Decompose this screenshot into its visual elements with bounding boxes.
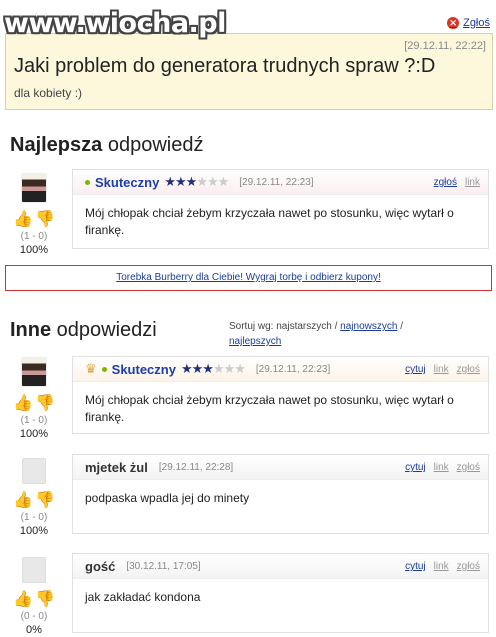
- question-box: [29.12.11, 22:22] Jaki problem do genera…: [5, 33, 493, 110]
- avatar[interactable]: [21, 357, 47, 387]
- answer-text: Mój chłopak chciał żebym krzyczała nawet…: [85, 393, 454, 424]
- answer-text: Mój chłopak chciał żebym krzyczała nawet…: [85, 206, 454, 237]
- others-heading-bold: Inne: [10, 319, 52, 341]
- ad-banner: Torebka Burberry dla Ciebie! Wygraj torb…: [5, 265, 492, 291]
- best-heading-bold: Najlepsza: [10, 134, 103, 156]
- report-question-link[interactable]: ✕ Zgłoś: [447, 17, 490, 29]
- permalink[interactable]: link: [434, 364, 449, 375]
- crown-icon: ♛: [85, 361, 97, 376]
- thumb-up-icon[interactable]: 👍: [13, 209, 33, 229]
- thumb-down-icon[interactable]: 👎: [35, 393, 55, 413]
- vote-count: (0 - 0): [20, 611, 48, 622]
- answer-user-column: 👍 👎 (0 - 0) 0%: [6, 557, 62, 636]
- sort-newest-link[interactable]: najnowszych: [340, 321, 397, 332]
- quote-link[interactable]: cytuj: [405, 462, 426, 473]
- report-link[interactable]: zgłoś: [457, 561, 480, 572]
- vote-percent: 100%: [19, 428, 49, 440]
- username-link[interactable]: Skuteczny: [95, 175, 159, 190]
- online-status-icon: [101, 366, 107, 372]
- answer-box: gość [30.12.11, 17:05] cytuj link zgłoś …: [72, 553, 489, 633]
- vote-count: (1 - 0): [20, 512, 48, 523]
- best-user-column: 👍 👎 (1 - 0) 100%: [6, 173, 62, 256]
- permalink[interactable]: link: [434, 462, 449, 473]
- answer-date: [29.12.11, 22:28]: [158, 461, 234, 473]
- vote-percent: 100%: [19, 525, 49, 537]
- answer-text: jak zakładać kondona: [85, 590, 201, 604]
- default-avatar-icon[interactable]: [22, 557, 46, 583]
- vote-count: (1 - 0): [20, 231, 48, 242]
- answer-box: mjetek żul [29.12.11, 22:28] cytuj link …: [72, 454, 489, 534]
- answer-date: [29.12.11, 22:23]: [255, 363, 331, 375]
- sort-best-link[interactable]: najlepszych: [229, 336, 281, 347]
- rank-stars-icon: ★★★★★★: [180, 361, 246, 376]
- answer-user-column: 👍 👎 (1 - 0) 100%: [6, 357, 62, 440]
- thumb-down-icon[interactable]: 👎: [35, 490, 55, 510]
- report-link[interactable]: zgłoś: [434, 177, 457, 188]
- other-answers-heading: Inne odpowiedzi: [10, 319, 157, 342]
- watermark-logo: www.wiocha.pl: [4, 8, 226, 39]
- vote-percent: 0%: [26, 624, 42, 636]
- quote-link[interactable]: cytuj: [405, 561, 426, 572]
- report-label: Zgłoś: [463, 17, 490, 29]
- answer-box: ♛ Skuteczny ★★★★★★ [29.12.11, 22:23] cyt…: [72, 356, 489, 434]
- ad-link[interactable]: Torebka Burberry dla Ciebie! Wygraj torb…: [116, 272, 380, 283]
- report-link[interactable]: zgłoś: [457, 364, 480, 375]
- report-link[interactable]: zgłoś: [457, 462, 480, 473]
- answer-user-column: 👍 👎 (1 - 0) 100%: [6, 458, 62, 537]
- thumb-up-icon[interactable]: 👍: [13, 393, 33, 413]
- best-answer-heading: Najlepsza odpowiedź: [10, 134, 203, 157]
- online-status-icon: [85, 179, 90, 185]
- quote-link[interactable]: cytuj: [405, 364, 426, 375]
- answer-header: gość [30.12.11, 17:05] cytuj link zgłoś: [73, 554, 488, 579]
- answer-date: [29.12.11, 22:23]: [239, 176, 314, 188]
- best-heading-rest: odpowiedź: [102, 134, 204, 156]
- question-title: Jaki problem do generatora trudnych spra…: [14, 55, 436, 77]
- username: mjetek żul: [85, 459, 148, 475]
- answer-header: ♛ Skuteczny ★★★★★★ [29.12.11, 22:23] cyt…: [73, 357, 488, 382]
- thumb-down-icon[interactable]: 👎: [35, 209, 55, 229]
- sort-options: Sortuj wg: najstarszych / najnowszych / …: [229, 319, 469, 349]
- thumb-up-icon[interactable]: 👍: [13, 589, 33, 609]
- thumb-down-icon[interactable]: 👎: [35, 589, 55, 609]
- others-heading-rest: odpowiedzi: [51, 319, 157, 341]
- permalink[interactable]: link: [465, 177, 480, 188]
- vote-percent: 100%: [19, 244, 49, 256]
- username: gość: [85, 558, 116, 574]
- vote-count: (1 - 0): [20, 415, 48, 426]
- question-date: [29.12.11, 22:22]: [404, 40, 486, 52]
- thumb-up-icon[interactable]: 👍: [13, 490, 33, 510]
- username-link[interactable]: Skuteczny: [112, 362, 176, 377]
- default-avatar-icon[interactable]: [22, 458, 46, 484]
- sort-separator: /: [397, 321, 403, 332]
- permalink[interactable]: link: [434, 561, 449, 572]
- best-answer-box: Skuteczny ★★★★★★ [29.12.11, 22:23] zgłoś…: [72, 169, 489, 249]
- close-icon: ✕: [447, 17, 460, 29]
- answer-date: [30.12.11, 17:05]: [126, 560, 201, 572]
- rank-stars-icon: ★★★★★★: [164, 174, 229, 189]
- question-subtitle: dla kobiety :): [14, 86, 83, 100]
- answer-header: mjetek żul [29.12.11, 22:28] cytuj link …: [73, 455, 488, 480]
- answer-header: Skuteczny ★★★★★★ [29.12.11, 22:23] zgłoś…: [73, 170, 488, 195]
- answer-text: podpaska wpadla jej do minety: [85, 491, 250, 505]
- avatar[interactable]: [21, 173, 47, 203]
- sort-label: Sortuj wg: najstarszych /: [229, 321, 341, 332]
